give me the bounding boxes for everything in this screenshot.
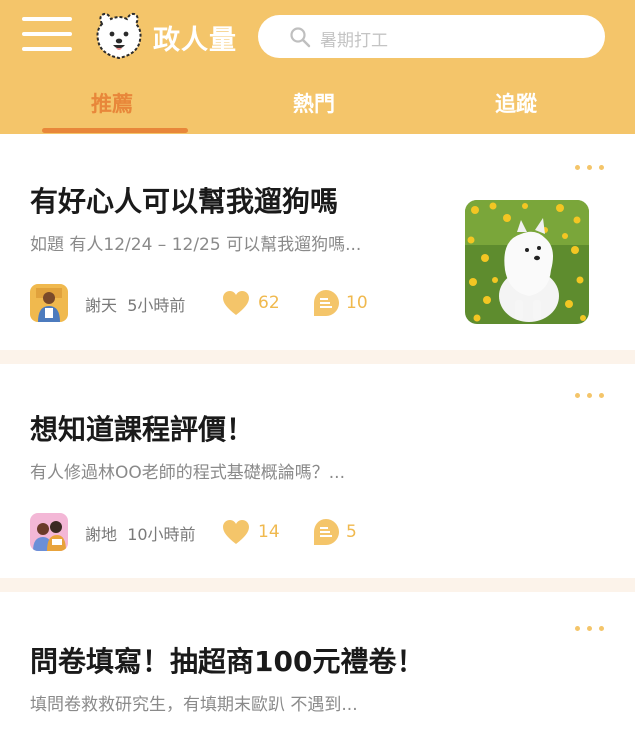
app-name: 政人量 — [153, 25, 237, 56]
search-icon — [290, 27, 311, 48]
post-excerpt: 填問卷救救研究生，有填期末歐趴 不遇到... — [30, 695, 358, 715]
post-meta: 謝地 10小時前 14 5 — [30, 513, 450, 551]
comment-icon[interactable] — [312, 518, 340, 546]
section-divider — [0, 578, 635, 592]
more-icon[interactable] — [575, 626, 605, 632]
avatar[interactable] — [30, 513, 68, 551]
post-card[interactable]: 想知道課程評價！ 有人修過林OO老師的程式基礎概論嗎？... 謝地 10小時前 … — [0, 364, 635, 578]
post-author: 謝天 5小時前 — [85, 292, 185, 316]
post-excerpt: 有人修過林OO老師的程式基礎概論嗎？... — [30, 463, 345, 483]
author-name: 謝天 — [85, 296, 118, 315]
like-count: 62 — [258, 293, 280, 313]
menu-icon[interactable] — [22, 17, 72, 51]
comment-icon[interactable] — [312, 289, 340, 317]
section-divider — [0, 350, 635, 364]
author-name: 謝地 — [85, 525, 118, 544]
post-excerpt: 如題 有人12/24 – 12/25 可以幫我遛狗嗎... — [30, 235, 362, 255]
post-card[interactable]: 有好心人可以幫我遛狗嗎 如題 有人12/24 – 12/25 可以幫我遛狗嗎..… — [0, 134, 635, 350]
more-icon[interactable] — [575, 165, 605, 171]
heart-icon[interactable] — [222, 519, 250, 545]
app-header: 政人量 暑期打工 推薦 熱門 追蹤 — [0, 0, 635, 134]
search-input[interactable]: 暑期打工 — [258, 15, 605, 58]
active-tab-indicator — [42, 128, 188, 133]
like-count: 14 — [258, 522, 280, 542]
comment-count: 10 — [346, 293, 368, 313]
post-title: 問卷填寫！抽超商100元禮卷！ — [30, 645, 425, 678]
post-time: 10小時前 — [127, 525, 196, 544]
tab-following[interactable]: 追蹤 — [495, 88, 537, 118]
tab-popular[interactable]: 熱門 — [293, 88, 335, 118]
search-placeholder: 暑期打工 — [320, 31, 388, 51]
tab-recommended[interactable]: 推薦 — [91, 88, 133, 118]
post-author: 謝地 10小時前 — [85, 521, 196, 545]
avatar[interactable] — [30, 284, 68, 322]
samoyed-logo-icon — [96, 12, 142, 60]
heart-icon[interactable] — [222, 290, 250, 316]
samoyed-photo[interactable] — [465, 200, 589, 324]
post-title: 想知道課程評價！ — [30, 413, 255, 446]
post-title: 有好心人可以幫我遛狗嗎 — [30, 185, 339, 218]
post-meta: 謝天 5小時前 62 10 — [30, 284, 450, 322]
post-card[interactable]: 問卷填寫！抽超商100元禮卷！ 填問卷救救研究生，有填期末歐趴 不遇到... — [0, 592, 635, 734]
post-time: 5小時前 — [127, 296, 186, 315]
comment-count: 5 — [346, 522, 357, 542]
more-icon[interactable] — [575, 393, 605, 399]
